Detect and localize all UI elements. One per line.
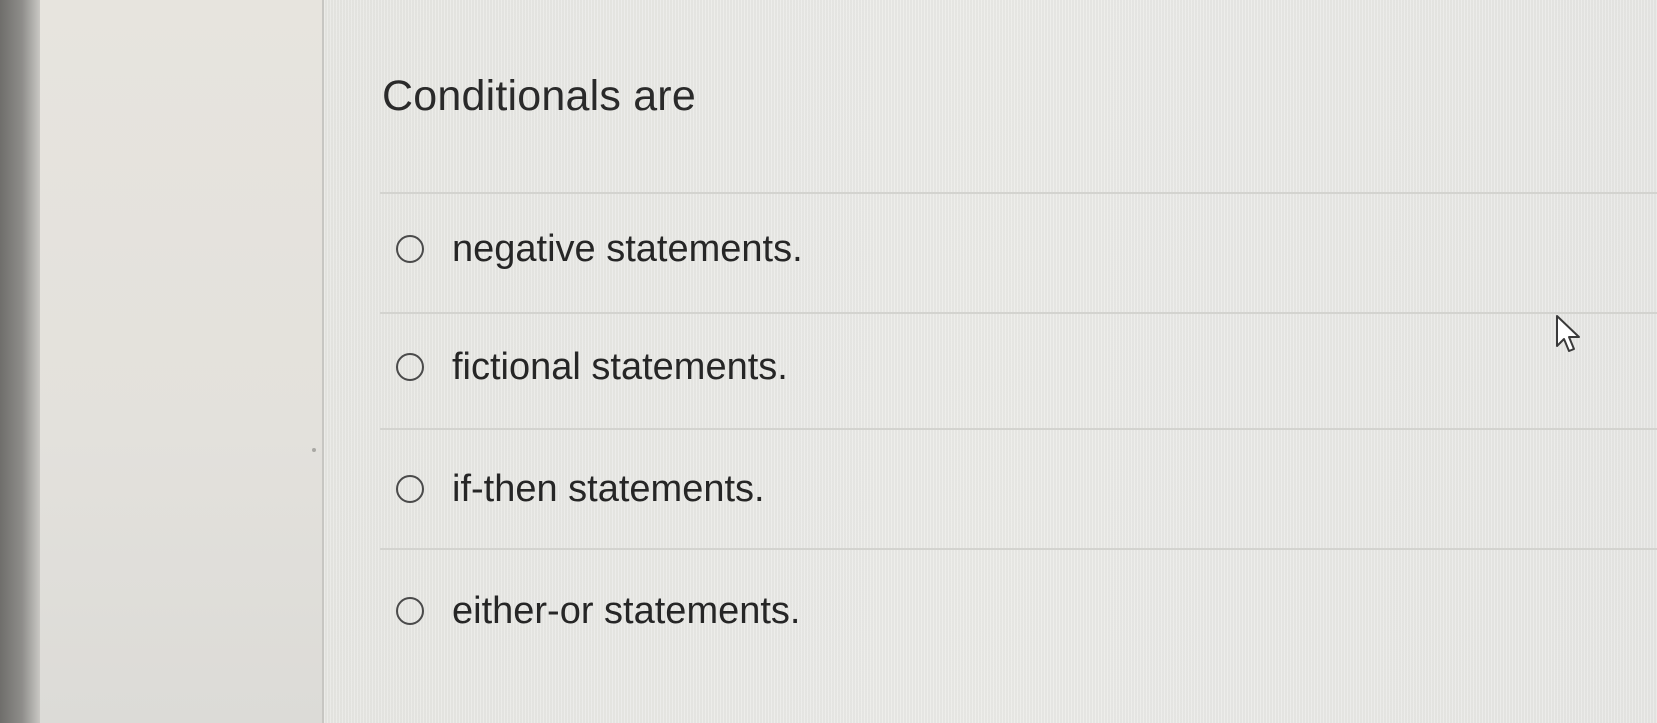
question-panel: Conditionals are negative statements. fi… bbox=[324, 0, 1657, 723]
answer-option-fictional[interactable]: fictional statements. bbox=[396, 342, 788, 392]
answer-option-label: if-then statements. bbox=[452, 468, 765, 510]
divider bbox=[380, 428, 1657, 430]
stray-dot bbox=[312, 448, 316, 452]
mouse-pointer-icon bbox=[1556, 315, 1580, 352]
answer-option-if-then[interactable]: if-then statements. bbox=[396, 464, 765, 514]
answer-option-label: negative statements. bbox=[452, 228, 803, 270]
radio-button[interactable] bbox=[396, 235, 424, 263]
monitor-bezel bbox=[0, 0, 40, 723]
divider bbox=[380, 312, 1657, 314]
answer-option-label: either-or statements. bbox=[452, 590, 801, 632]
left-panel bbox=[40, 0, 322, 723]
answer-option-negative[interactable]: negative statements. bbox=[396, 224, 803, 274]
divider bbox=[380, 548, 1657, 550]
radio-button[interactable] bbox=[396, 353, 424, 381]
radio-button[interactable] bbox=[396, 475, 424, 503]
question-text: Conditionals are bbox=[382, 72, 696, 120]
divider bbox=[380, 192, 1657, 194]
radio-button[interactable] bbox=[396, 597, 424, 625]
answer-option-either-or[interactable]: either-or statements. bbox=[396, 586, 800, 636]
answer-option-label: fictional statements. bbox=[452, 346, 788, 388]
